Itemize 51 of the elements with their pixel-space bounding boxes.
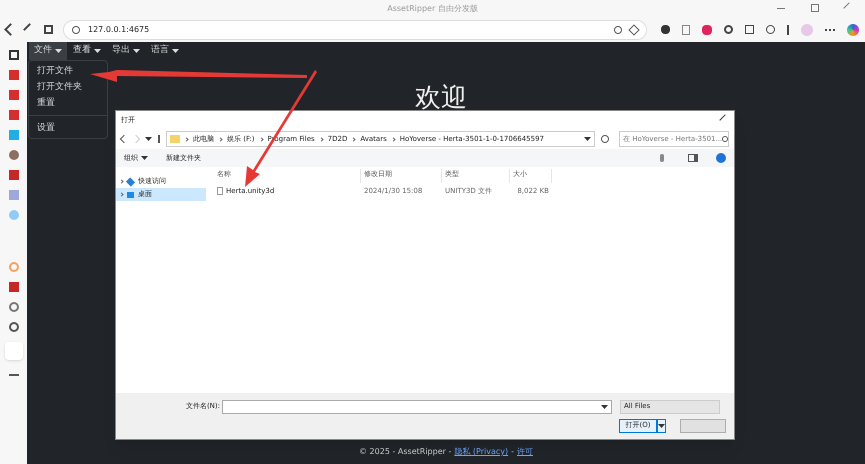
welcome-heading: 欢迎	[415, 82, 467, 114]
footer-link[interactable]: 许可	[516, 446, 533, 458]
chevron-icon	[184, 136, 189, 142]
menu-item[interactable]: 导出	[107, 42, 145, 60]
copilot-icon[interactable]	[847, 24, 859, 36]
search-icon	[722, 136, 728, 142]
caret-icon	[658, 424, 665, 428]
menu-item[interactable]: 语言	[146, 42, 184, 60]
dropdown-item[interactable]: 打开文件夹	[29, 79, 107, 95]
window-title: AssetRipper 自由分发版	[387, 2, 478, 14]
caret-icon	[172, 49, 179, 53]
avatar-icon[interactable]	[8, 150, 18, 160]
footer-link[interactable]: 隐私 (Privacy)	[454, 446, 508, 458]
app-icon[interactable]	[702, 24, 712, 34]
caret-icon	[133, 49, 140, 53]
menu-item[interactable]: 查看	[68, 42, 106, 60]
caret-icon	[94, 49, 101, 53]
chevron-icon	[258, 136, 264, 142]
folder-icon	[170, 135, 180, 143]
caret-icon	[601, 404, 608, 408]
desktop-icon	[127, 192, 134, 198]
chevron-icon	[352, 136, 356, 142]
caret-icon	[145, 137, 152, 141]
menu-item[interactable]: 文件	[29, 42, 67, 60]
dropdown-item[interactable]: 打开文件	[29, 63, 107, 79]
file-name-field[interactable]	[222, 400, 612, 414]
help-icon[interactable]	[716, 153, 726, 163]
document-icon[interactable]	[682, 24, 690, 34]
chevron-icon	[119, 179, 124, 184]
url-text: 127.0.0.1:4675	[88, 24, 150, 36]
tabs-icon[interactable]	[8, 50, 18, 60]
dropdown-item[interactable]: 重置	[29, 95, 107, 111]
file-icon	[217, 187, 223, 195]
caret-icon	[584, 137, 591, 141]
caret-icon	[141, 156, 148, 160]
footer-text: -	[511, 446, 514, 458]
info-icon	[72, 26, 80, 34]
chevron-icon	[119, 192, 124, 197]
home-icon[interactable]	[44, 25, 53, 34]
footer-text: © 2025 - AssetRipper -	[359, 446, 452, 458]
dropdown-item[interactable]: 设置	[29, 120, 107, 136]
chevron-icon	[218, 136, 223, 142]
address-bar[interactable]: 127.0.0.1:4675	[63, 20, 647, 40]
chevron-icon	[319, 136, 324, 142]
chevron-icon	[391, 136, 396, 142]
refresh-icon[interactable]	[601, 135, 609, 143]
split-button[interactable]	[657, 418, 666, 432]
pane-icon[interactable]	[688, 154, 698, 162]
maximize-icon[interactable]	[811, 4, 819, 12]
zoom-icon[interactable]	[614, 26, 622, 34]
caret-icon	[55, 49, 62, 53]
